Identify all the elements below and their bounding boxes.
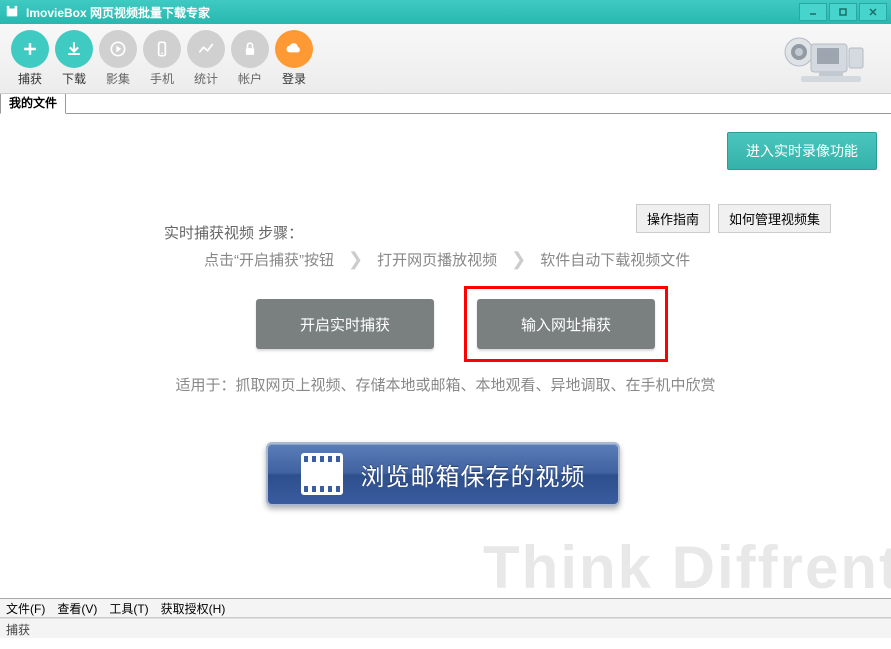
close-button[interactable] xyxy=(859,3,887,21)
chevron-right-icon: ❯ xyxy=(511,249,526,270)
tool-label: 影集 xyxy=(96,70,140,87)
start-realtime-capture-button[interactable]: 开启实时捕获 xyxy=(256,299,434,349)
tool-label: 帐户 xyxy=(228,70,272,87)
play-icon xyxy=(99,30,137,68)
menu-file[interactable]: 文件(F) xyxy=(6,600,45,617)
status-text: 捕获 xyxy=(6,623,30,637)
browse-mailbox-label: 浏览邮箱保存的视频 xyxy=(361,457,586,492)
minimize-button[interactable] xyxy=(799,3,827,21)
menu-view[interactable]: 查看(V) xyxy=(57,600,97,617)
tool-download[interactable]: 下载 xyxy=(52,30,96,87)
phone-icon xyxy=(143,30,181,68)
steps-heading: 实时捕获视频 步骤： xyxy=(164,222,303,243)
tool-label: 登录 xyxy=(272,70,316,87)
status-bar: 捕获 xyxy=(0,618,891,638)
main-content: 进入实时录像功能 操作指南 如何管理视频集 实时捕获视频 步骤： 点击“开启捕获… xyxy=(0,114,891,598)
menu-auth[interactable]: 获取授权(H) xyxy=(161,600,226,617)
window-titlebar: ImovieBox 网页视频批量下载专家 xyxy=(0,0,891,24)
window-title: ImovieBox 网页视频批量下载专家 xyxy=(26,4,797,21)
tool-phone[interactable]: 手机 xyxy=(140,30,184,87)
camera-decoration-icon xyxy=(771,26,871,92)
lock-icon xyxy=(231,30,269,68)
tool-album[interactable]: 影集 xyxy=(96,30,140,87)
tool-label: 统计 xyxy=(184,70,228,87)
menu-tools[interactable]: 工具(T) xyxy=(109,600,148,617)
highlight-box: 输入网址捕获 xyxy=(464,286,668,362)
maximize-button[interactable] xyxy=(829,3,857,21)
download-icon xyxy=(55,30,93,68)
manage-videos-button[interactable]: 如何管理视频集 xyxy=(718,204,831,233)
tool-stats[interactable]: 统计 xyxy=(184,30,228,87)
watermark-text: Think Diffrent xyxy=(483,533,891,602)
steps-row: 点击“开启捕获”按钮 ❯ 打开网页播放视频 ❯ 软件自动下载视频文件 xyxy=(204,249,690,270)
tool-label: 捕获 xyxy=(8,70,52,87)
input-url-capture-button[interactable]: 输入网址捕获 xyxy=(477,299,655,349)
cloud-icon xyxy=(275,30,313,68)
tool-label: 手机 xyxy=(140,70,184,87)
plus-icon xyxy=(11,30,49,68)
tool-login[interactable]: 登录 xyxy=(272,30,316,87)
tab-bar: 我的文件 xyxy=(0,94,891,114)
main-toolbar: 捕获 下载 影集 手机 统计 帐户 登录 xyxy=(0,24,891,94)
step-3: 软件自动下载视频文件 xyxy=(540,249,690,270)
chevron-right-icon: ❯ xyxy=(348,249,363,270)
chart-icon xyxy=(187,30,225,68)
app-icon xyxy=(4,4,20,20)
step-2: 打开网页播放视频 xyxy=(377,249,497,270)
tool-account[interactable]: 帐户 xyxy=(228,30,272,87)
step-1: 点击“开启捕获”按钮 xyxy=(204,249,334,270)
tool-label: 下载 xyxy=(52,70,96,87)
browse-mailbox-button[interactable]: 浏览邮箱保存的视频 xyxy=(266,442,620,506)
film-icon xyxy=(301,453,343,495)
realtime-record-button[interactable]: 进入实时录像功能 xyxy=(727,132,877,170)
tool-capture[interactable]: 捕获 xyxy=(8,30,52,87)
suitable-for-text: 适用于：抓取网页上视频、存储本地或邮箱、本地观看、异地调取、在手机中欣赏 xyxy=(0,374,891,395)
guide-button[interactable]: 操作指南 xyxy=(636,204,710,233)
tab-my-files[interactable]: 我的文件 xyxy=(0,91,66,114)
